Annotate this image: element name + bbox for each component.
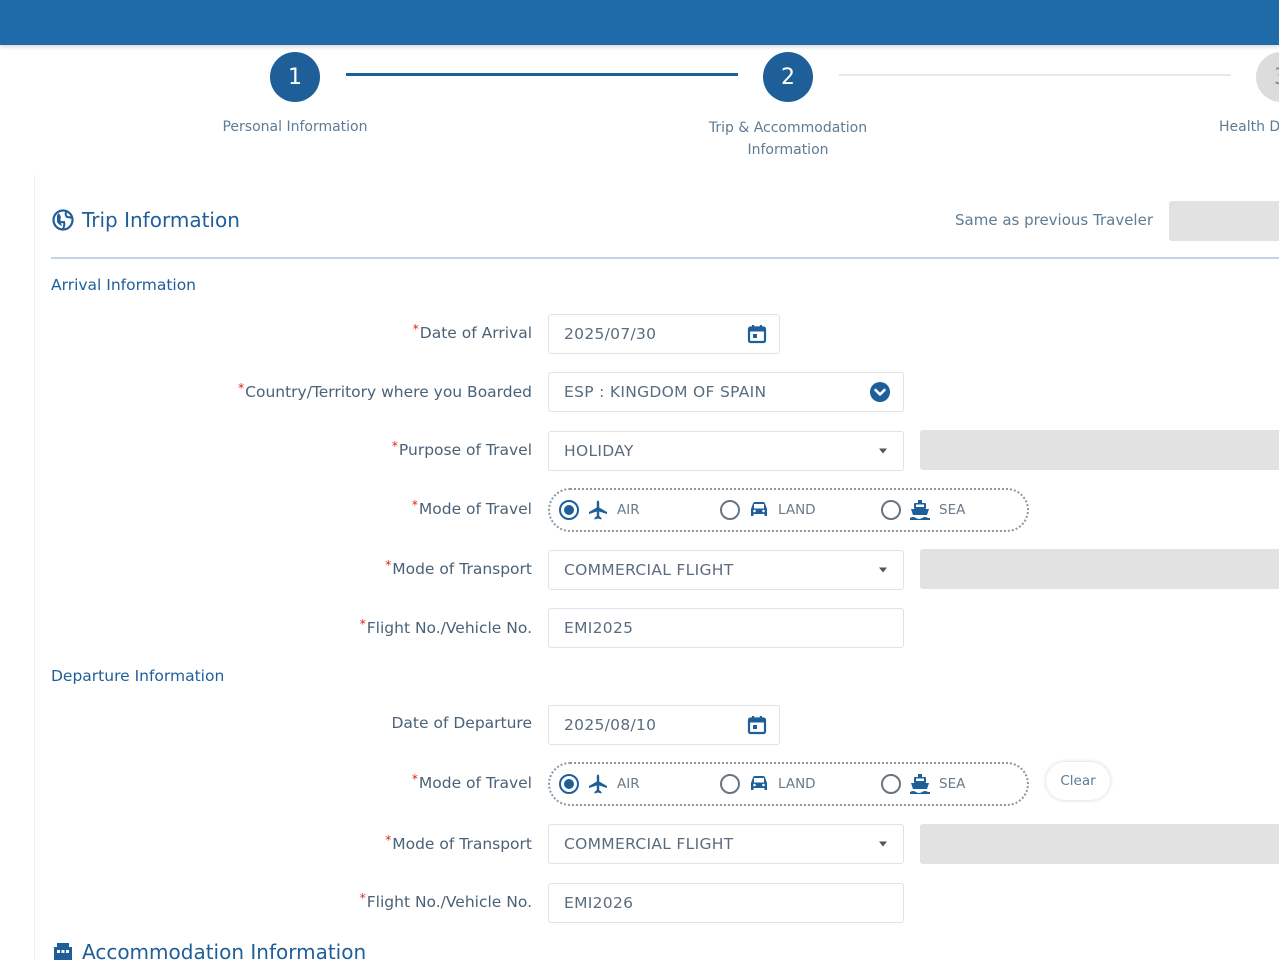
departure-mode-of-transport-label: *Mode of Transport <box>385 833 532 853</box>
accommodation-information-title-text: Accommodation Information <box>82 940 367 960</box>
departure-mode-air-option[interactable]: AIR <box>559 764 640 804</box>
arrival-mode-of-transport-select[interactable]: COMMERCIAL FLIGHT <box>548 550 904 590</box>
departure-mode-air-radio[interactable] <box>559 774 579 794</box>
calendar-icon[interactable] <box>747 324 767 344</box>
step-1-circle[interactable]: 1 <box>270 52 320 102</box>
clear-mode-button[interactable]: Clear <box>1046 762 1110 800</box>
departure-flight-number-label: *Flight No./Vehicle No. <box>359 891 532 911</box>
chevron-down-circle-icon[interactable] <box>870 382 890 402</box>
step-1-label: Personal Information <box>222 119 368 135</box>
airplane-icon <box>589 774 607 794</box>
departure-mode-land-option[interactable]: LAND <box>720 764 816 804</box>
arrival-mode-air-radio[interactable] <box>559 500 579 520</box>
step-3-circle[interactable]: 3 <box>1256 52 1279 102</box>
date-of-arrival-label: *Date of Arrival <box>412 322 532 342</box>
country-boarded-select[interactable]: ESP : KINGDOM OF SPAIN <box>548 372 904 412</box>
arrival-mode-of-travel-group: AIR LAND SEA <box>548 488 1029 532</box>
arrival-mode-air-label: AIR <box>617 502 640 518</box>
departure-transport-extra-field <box>920 824 1279 864</box>
step-2-label-line1: Trip & Accommodation <box>708 120 868 136</box>
departure-mode-of-transport-select[interactable]: COMMERCIAL FLIGHT <box>548 824 904 864</box>
departure-flight-number-input[interactable]: EMI2026 <box>548 883 904 923</box>
arrival-mode-sea-option[interactable]: SEA <box>881 490 965 530</box>
date-of-departure-label: Date of Departure <box>391 714 533 732</box>
step-2-label: Trip & Accommodation Information <box>668 117 908 161</box>
top-header-bar <box>0 0 1279 45</box>
same-as-previous-label: Same as previous Traveler <box>955 211 1153 229</box>
purpose-of-travel-label: *Purpose of Travel <box>391 439 532 459</box>
step-2-circle[interactable]: 2 <box>763 52 813 102</box>
arrival-mode-land-option[interactable]: LAND <box>720 490 816 530</box>
globe-icon <box>52 209 74 231</box>
date-of-departure-input[interactable]: 2025/08/10 <box>548 705 780 745</box>
arrival-information-heading: Arrival Information <box>51 276 197 294</box>
trip-information-title-text: Trip Information <box>82 208 240 232</box>
departure-information-heading: Departure Information <box>51 667 225 685</box>
departure-mode-sea-radio[interactable] <box>881 774 901 794</box>
same-as-previous-toggle[interactable] <box>1169 201 1279 241</box>
country-boarded-label: *Country/Territory where you Boarded <box>238 381 532 401</box>
building-icon <box>54 943 72 960</box>
step-3-label: Health D <box>1219 119 1279 135</box>
arrival-mode-of-transport-label: *Mode of Transport <box>385 558 532 578</box>
purpose-extra-field <box>920 430 1279 470</box>
departure-mode-of-travel-label: *Mode of Travel <box>411 772 532 792</box>
ship-icon <box>910 774 930 794</box>
arrival-mode-sea-radio[interactable] <box>881 500 901 520</box>
section-divider <box>51 257 1279 259</box>
arrival-transport-extra-field <box>920 549 1279 589</box>
car-icon <box>751 502 767 516</box>
step-connector-pending <box>839 74 1231 76</box>
caret-down-icon[interactable] <box>879 567 887 573</box>
accommodation-information-title: Accommodation Information <box>52 940 366 960</box>
caret-down-icon[interactable] <box>879 448 887 454</box>
departure-mode-land-label: LAND <box>778 776 816 792</box>
arrival-mode-sea-label: SEA <box>939 502 966 518</box>
step-connector-completed <box>346 73 738 76</box>
date-of-arrival-input[interactable]: 2025/07/30 <box>548 314 780 354</box>
caret-down-icon[interactable] <box>879 841 887 847</box>
progress-stepper: 1 Personal Information 2 Trip & Accommod… <box>0 45 1279 185</box>
ship-icon <box>910 500 930 520</box>
arrival-mode-air-option[interactable]: AIR <box>559 490 640 530</box>
arrival-flight-number-input[interactable]: EMI2025 <box>548 608 904 648</box>
arrival-flight-number-label: *Flight No./Vehicle No. <box>359 617 532 637</box>
departure-mode-sea-option[interactable]: SEA <box>881 764 965 804</box>
content-left-border <box>34 175 35 960</box>
arrival-mode-land-radio[interactable] <box>720 500 740 520</box>
purpose-of-travel-select[interactable]: HOLIDAY <box>548 431 904 471</box>
departure-mode-of-travel-group: AIR LAND SEA <box>548 762 1029 806</box>
arrival-mode-of-travel-label: *Mode of Travel <box>411 498 532 518</box>
departure-mode-land-radio[interactable] <box>720 774 740 794</box>
trip-information-title: Trip Information <box>52 208 240 232</box>
arrival-mode-land-label: LAND <box>778 502 816 518</box>
airplane-icon <box>589 500 607 520</box>
calendar-icon[interactable] <box>747 715 767 735</box>
departure-mode-air-label: AIR <box>617 776 640 792</box>
step-2-label-line2: Information <box>747 142 829 158</box>
departure-mode-sea-label: SEA <box>939 776 966 792</box>
car-icon <box>751 776 767 790</box>
